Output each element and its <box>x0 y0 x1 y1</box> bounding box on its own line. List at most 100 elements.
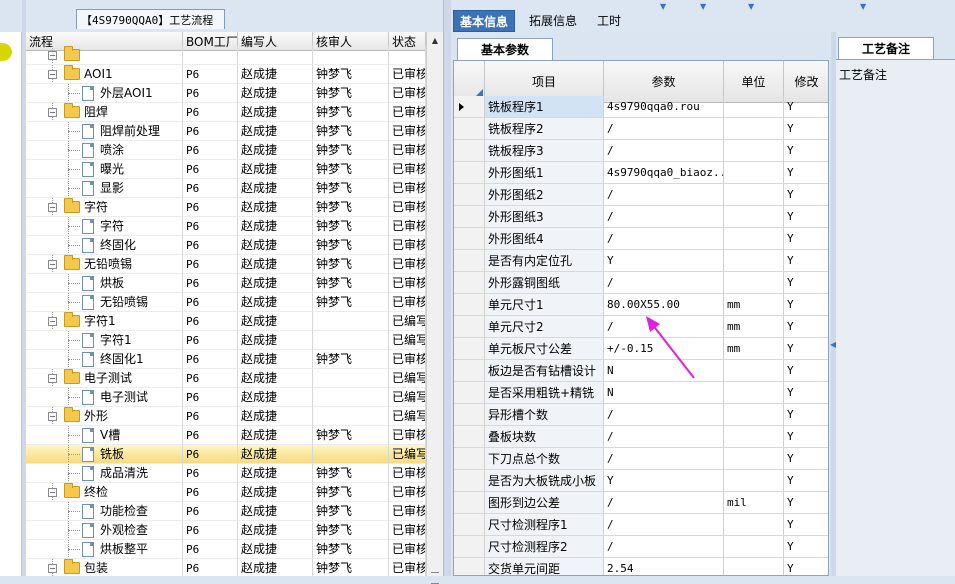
param-cell-unit[interactable] <box>724 272 784 294</box>
param-cell-mod[interactable]: Y <box>784 338 828 360</box>
tree-row[interactable]: − 包装 P6 赵成捷 钟梦飞 已审核 <box>26 559 426 576</box>
tree-row[interactable]: 烘板 P6 赵成捷 钟梦飞 已审核 <box>26 274 426 293</box>
tab-process-notes[interactable]: 工艺备注 <box>838 37 934 59</box>
param-row[interactable]: 单元板尺寸公差 +/-0.15 mm Y <box>454 338 828 360</box>
row-indicator[interactable] <box>454 558 485 575</box>
tree-row[interactable]: − 字符 P6 赵成捷 钟梦飞 已审核 <box>26 198 426 217</box>
param-cell-mod[interactable]: Y <box>784 118 828 140</box>
tree-row[interactable]: 无铅喷锡 P6 赵成捷 钟梦飞 已审核 <box>26 293 426 312</box>
param-cell-param[interactable]: Y <box>604 470 724 492</box>
tree-expander-icon[interactable]: − <box>48 70 57 79</box>
param-cell-mod[interactable]: Y <box>784 272 828 294</box>
param-cell-unit[interactable] <box>724 536 784 558</box>
param-row[interactable]: 外形图纸2/ Y <box>454 184 828 206</box>
param-cell-unit[interactable]: mil <box>724 492 784 514</box>
param-cell-unit[interactable] <box>724 470 784 492</box>
param-row[interactable]: 铣板程序1 4s9790qqa0.rou Y <box>454 96 828 118</box>
param-row[interactable]: 外形图纸3/ Y <box>454 206 828 228</box>
param-cell-param[interactable]: N <box>604 360 724 382</box>
tree-row[interactable]: 曝光 P6 赵成捷 钟梦飞 已审核 <box>26 160 426 179</box>
param-row[interactable]: 单元尺寸1 80.00X55.00 mm Y <box>454 294 828 316</box>
param-row[interactable]: 下刀点总个数 / Y <box>454 448 828 470</box>
tree-row[interactable]: − 终检 P6 赵成捷 钟梦飞 已审核 <box>26 483 426 502</box>
row-indicator[interactable] <box>454 228 485 250</box>
tree-row[interactable]: − 无铅喷锡 P6 赵成捷 钟梦飞 已审核 <box>26 255 426 274</box>
tree-row[interactable]: − <box>26 46 426 65</box>
param-cell-mod[interactable]: Y <box>784 404 828 426</box>
param-row[interactable]: 铣板程序3/ Y <box>454 140 828 162</box>
tree-expander-icon[interactable]: − <box>48 51 57 60</box>
tree-row[interactable]: − AOI1 P6 赵成捷 钟梦飞 已审核 <box>26 65 426 84</box>
notes-body[interactable]: 工艺备注 <box>836 59 955 576</box>
param-cell-unit[interactable]: mm <box>724 338 784 360</box>
param-cell-param[interactable]: 80.00X55.00 <box>604 294 724 316</box>
row-indicator[interactable] <box>454 294 485 316</box>
tab-basic-params[interactable]: 基本参数 <box>457 38 553 60</box>
collapse-notes-icon[interactable]: ▼ <box>860 2 866 11</box>
row-indicator[interactable] <box>454 470 485 492</box>
scroll-grip[interactable] <box>431 572 439 584</box>
param-row[interactable]: 是否有内定位孔 Y Y <box>454 250 828 272</box>
param-cell-unit[interactable]: mm <box>724 294 784 316</box>
param-row[interactable]: 图形到边公差 / mil Y <box>454 492 828 514</box>
row-indicator[interactable] <box>454 140 485 162</box>
param-cell-mod[interactable]: Y <box>784 536 828 558</box>
scroll-up-icon[interactable]: ▲ <box>427 32 443 49</box>
row-indicator[interactable] <box>454 360 485 382</box>
param-cell-unit[interactable] <box>724 558 784 575</box>
tree-expander-icon[interactable]: − <box>48 203 57 212</box>
param-row[interactable]: 外形露铜图纸 / Y <box>454 272 828 294</box>
param-cell-param[interactable]: N <box>604 382 724 404</box>
tree-row[interactable]: 功能检查 P6 赵成捷 钟梦飞 已审核 <box>26 502 426 521</box>
tree-row[interactable]: 字符1 P6 赵成捷 已编写 <box>26 331 426 350</box>
row-indicator[interactable] <box>454 382 485 404</box>
tree-row[interactable]: 终固化 P6 赵成捷 钟梦飞 已审核 <box>26 236 426 255</box>
tree-expander-icon[interactable]: − <box>48 412 57 421</box>
row-indicator[interactable] <box>454 316 485 338</box>
param-row[interactable]: 交货单元间距 2.54 Y <box>454 558 828 575</box>
param-cell-mod[interactable]: Y <box>784 162 828 184</box>
param-cell-unit[interactable] <box>724 250 784 272</box>
process-tab[interactable]: 【4S9790QQA0】工艺流程 <box>76 9 225 29</box>
param-cell-param[interactable]: / <box>604 404 724 426</box>
param-cell-param[interactable]: / <box>604 448 724 470</box>
param-cell-mod[interactable]: Y <box>784 228 828 250</box>
param-cell-mod[interactable]: Y <box>784 514 828 536</box>
collapse-right-icon[interactable]: ▼ <box>748 2 754 11</box>
process-tree[interactable]: 流程 BOM工厂 编写人 核审人 状态 − − AOI1 P6 赵成捷 钟梦飞 已审核 外层A… <box>26 32 426 576</box>
param-cell-param[interactable]: / <box>604 316 724 338</box>
param-cell-unit[interactable] <box>724 118 784 140</box>
param-cell-mod[interactable]: Y <box>784 96 828 118</box>
tree-expander-icon[interactable]: − <box>48 108 57 117</box>
param-row[interactable]: 异形槽个数 / Y <box>454 404 828 426</box>
param-cell-param[interactable]: / <box>604 492 724 514</box>
param-cell-param[interactable]: / <box>604 206 724 228</box>
tree-row[interactable]: 烘板整平 P6 赵成捷 钟梦飞 已审核 <box>26 540 426 559</box>
tree-row-selected[interactable]: 铣板 P6 赵成捷 已编写 <box>26 445 426 464</box>
row-indicator[interactable] <box>454 448 485 470</box>
tab-basic-info[interactable]: 基本信息 <box>453 10 516 32</box>
param-row[interactable]: 尺寸检测程序1/ Y <box>454 514 828 536</box>
param-cell-param[interactable]: / <box>604 536 724 558</box>
row-indicator[interactable] <box>454 404 485 426</box>
param-cell-param[interactable]: 2.54 <box>604 558 724 575</box>
param-cell-param[interactable]: / <box>604 514 724 536</box>
row-indicator[interactable] <box>454 426 485 448</box>
param-cell-unit[interactable] <box>724 96 784 118</box>
param-cell-mod[interactable]: Y <box>784 184 828 206</box>
param-cell-unit[interactable] <box>724 404 784 426</box>
param-cell-unit[interactable] <box>724 228 784 250</box>
tree-row[interactable]: 终固化1 P6 赵成捷 钟梦飞 已审核 <box>26 350 426 369</box>
tree-expander-icon[interactable]: − <box>48 488 57 497</box>
tree-expander-icon[interactable]: − <box>48 564 57 573</box>
param-cell-unit[interactable] <box>724 448 784 470</box>
param-row[interactable]: 外形图纸1 4s9790qqa0_biaoz... Y <box>454 162 828 184</box>
tree-row[interactable]: − 阻焊 P6 赵成捷 钟梦飞 已审核 <box>26 103 426 122</box>
param-cell-mod[interactable]: Y <box>784 206 828 228</box>
row-indicator[interactable] <box>454 514 485 536</box>
param-cell-mod[interactable]: Y <box>784 316 828 338</box>
row-indicator[interactable] <box>454 118 485 140</box>
param-cell-mod[interactable]: Y <box>784 426 828 448</box>
param-row[interactable]: 外形图纸4/ Y <box>454 228 828 250</box>
param-cell-unit[interactable] <box>724 382 784 404</box>
